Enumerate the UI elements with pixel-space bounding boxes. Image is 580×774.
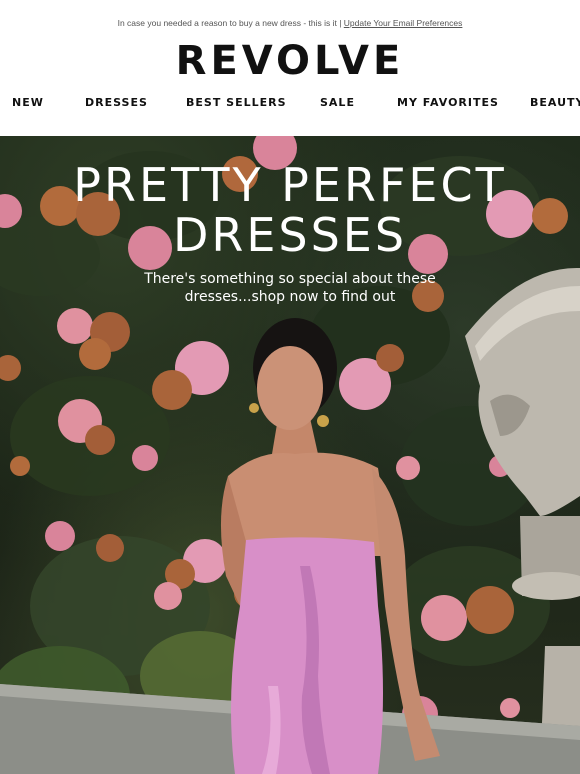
preheader: In case you needed a reason to buy a new… [0,18,580,28]
model-figure [220,318,440,774]
nav-item-sale[interactable]: SALE [320,96,355,109]
nav-item-my-favorites[interactable]: MY FAVORITES [397,96,499,109]
hero-banner[interactable]: PRETTY PERFECT DRESSES There's something… [0,136,580,774]
hero-subtitle: There's something so special about these… [130,270,450,306]
hero-subtitle-line1: There's something so special about these [144,271,436,287]
hero-title: PRETTY PERFECT DRESSES [0,160,580,260]
preheader-text: In case you needed a reason to buy a new… [117,18,344,28]
nav-item-new[interactable]: NEW [12,96,44,109]
email-preferences-link[interactable]: Update Your Email Preferences [344,18,463,28]
hero-subtitle-line2: dresses...shop now to find out [184,289,396,305]
revolve-logo[interactable]: REVOLVE [0,38,580,84]
nav-item-best-sellers[interactable]: BEST SELLERS [186,96,287,109]
nav-item-beauty[interactable]: BEAUTY [530,96,580,109]
nav-item-dresses[interactable]: DRESSES [85,96,148,109]
main-nav: NEW DRESSES BEST SELLERS SALE MY FAVORIT… [0,96,580,110]
hero-title-line1: PRETTY PERFECT [73,158,507,212]
hero-title-line2: DRESSES [172,208,408,262]
